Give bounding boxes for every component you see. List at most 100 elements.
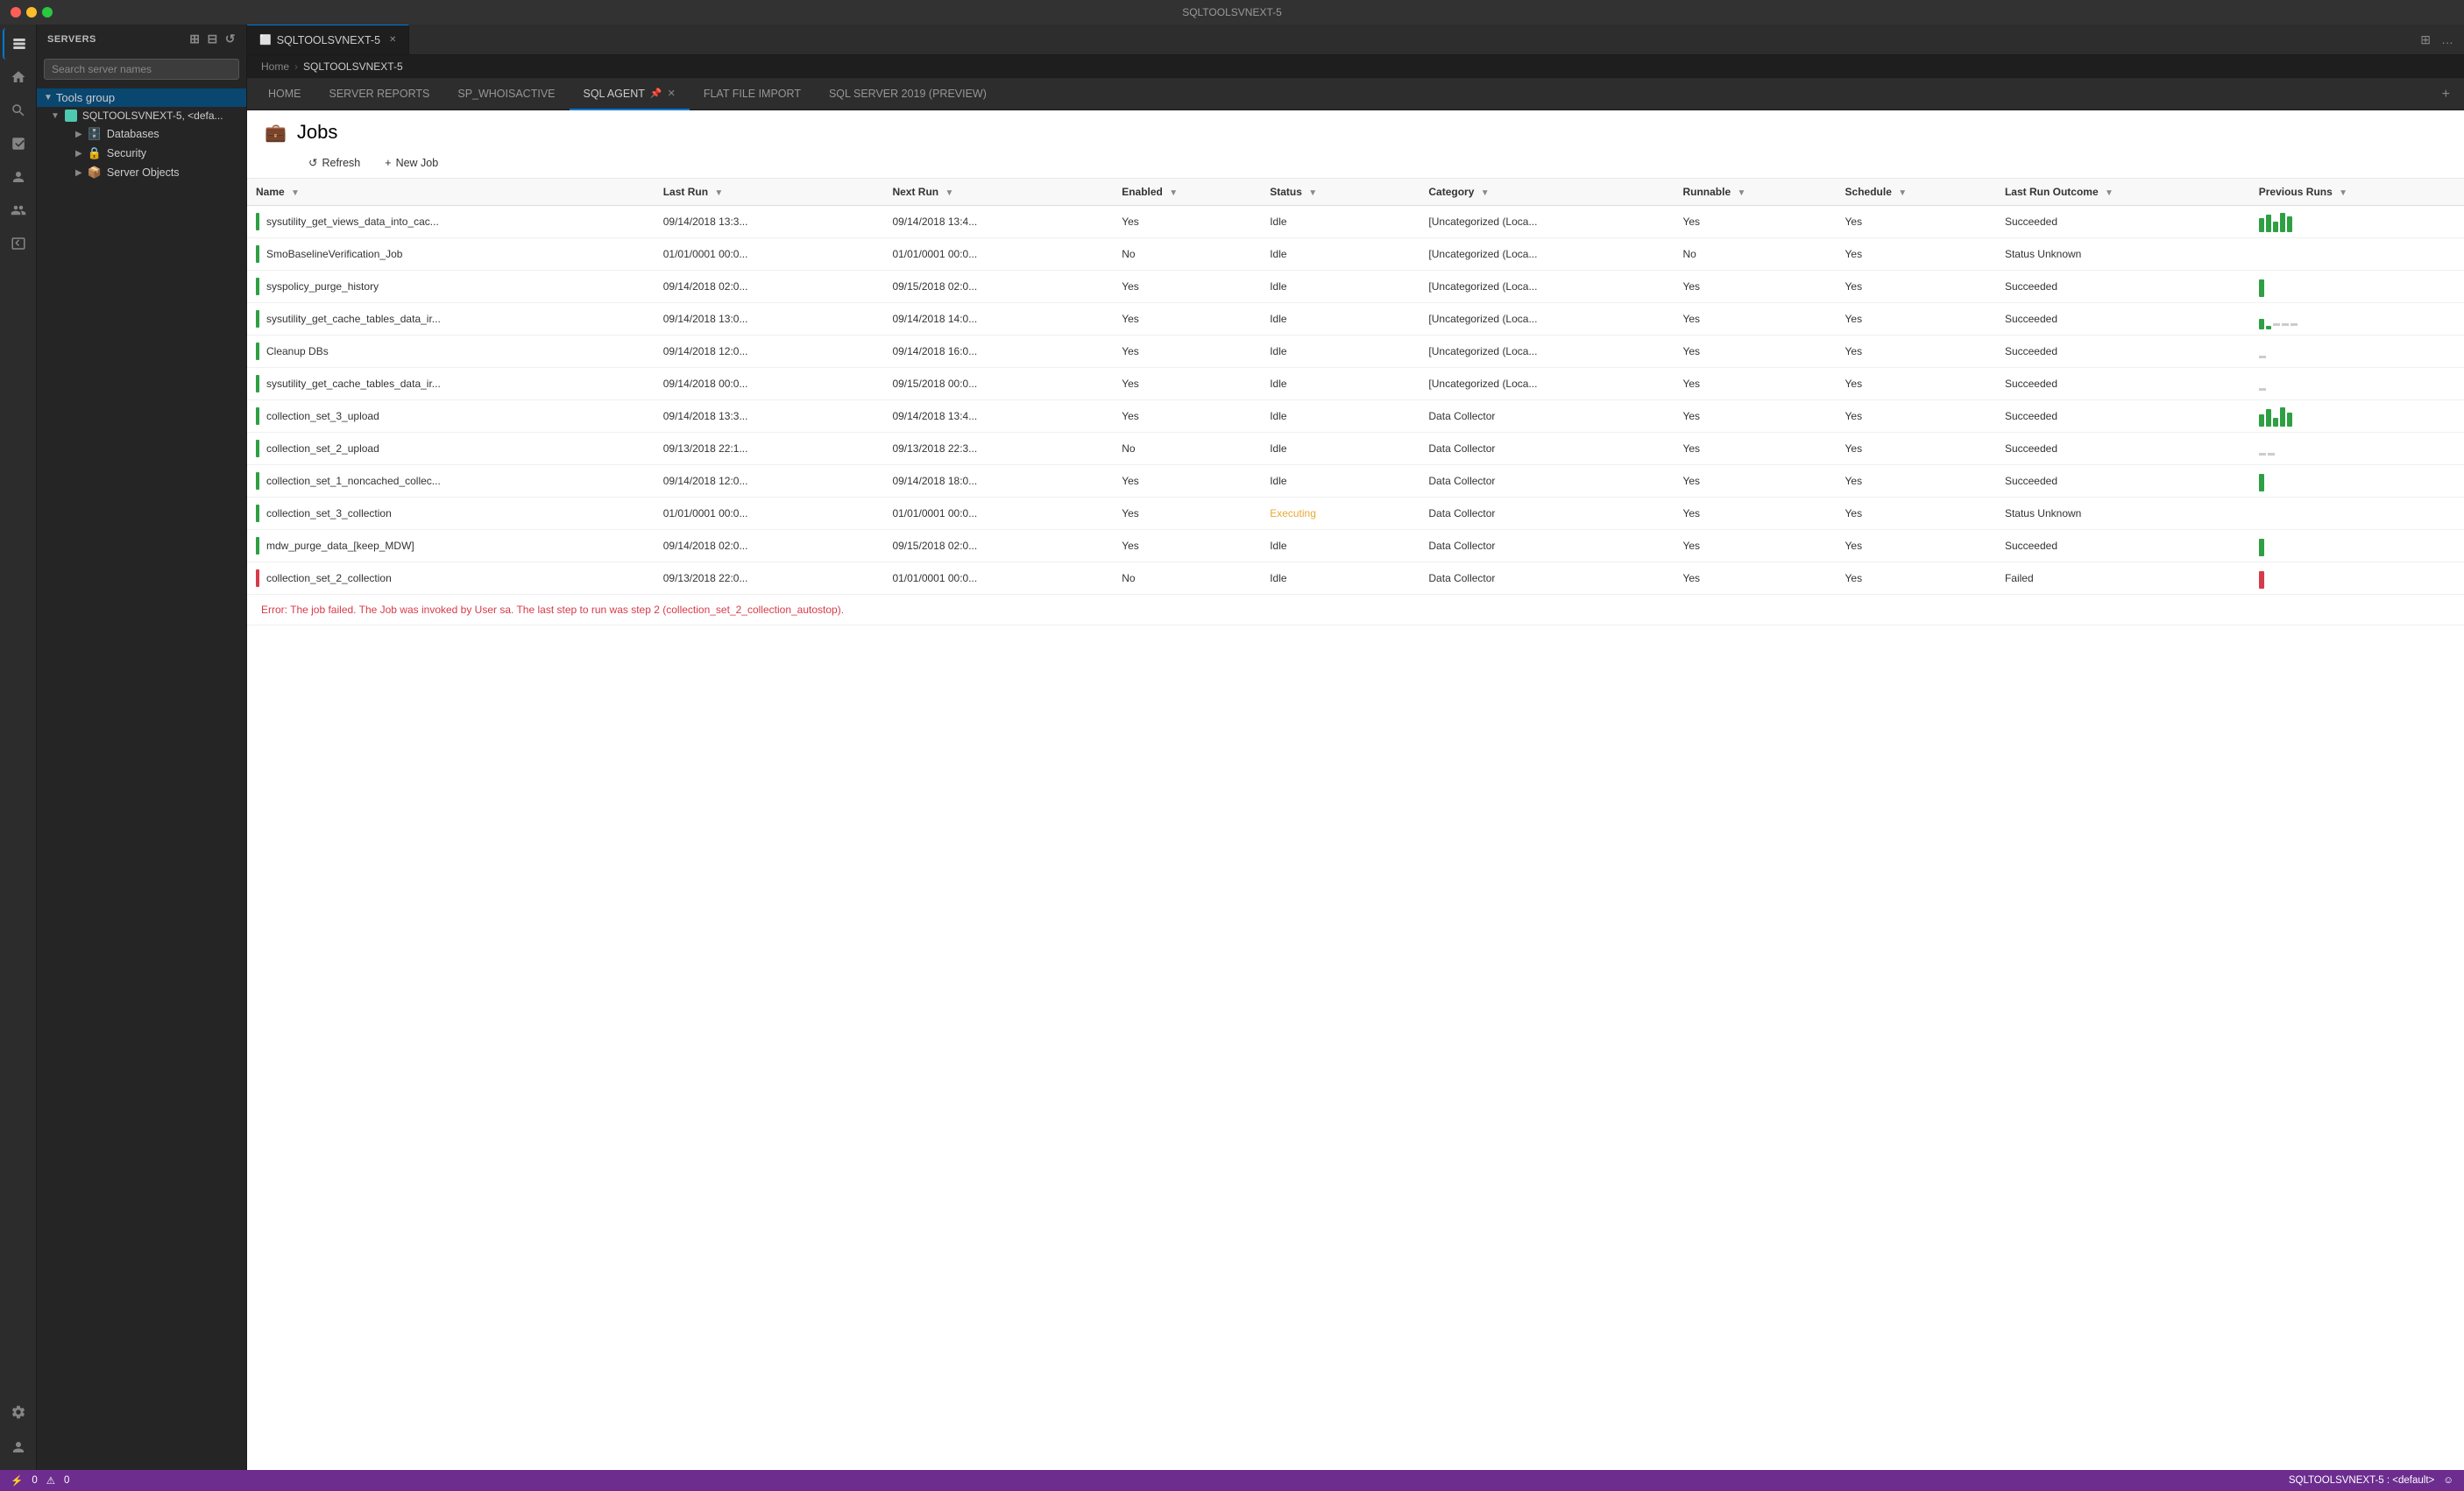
- cell-enabled: Yes: [1113, 336, 1261, 368]
- table-row[interactable]: sysutility_get_cache_tables_data_ir... 0…: [247, 303, 2464, 336]
- sidebar-new-connection-icon[interactable]: ⊞: [189, 32, 200, 46]
- activity-terminal-icon[interactable]: [3, 228, 34, 259]
- databases-arrow-icon: ▶: [75, 130, 82, 139]
- nav-tab-sp-whoisactive[interactable]: SP_WHOISACTIVE: [443, 79, 569, 110]
- cell-lastoutcome: Succeeded: [1996, 433, 2250, 465]
- nav-tab-sql-agent-pin-icon[interactable]: 📌: [650, 88, 662, 99]
- new-job-button[interactable]: + New Job: [376, 153, 447, 173]
- breadcrumb-home[interactable]: Home: [261, 60, 289, 73]
- sort-name-icon: ▼: [291, 188, 300, 198]
- run-bar: [2287, 413, 2292, 427]
- run-bar: [2259, 474, 2264, 491]
- col-header-name[interactable]: Name ▼: [247, 179, 655, 206]
- activity-servers-icon[interactable]: [3, 28, 34, 60]
- sidebar-item-server[interactable]: ▼ SQLTOOLSVNEXT-5, <defa...: [37, 107, 246, 124]
- tab-sqltoolsvnext5[interactable]: ⬜ SQLTOOLSVNEXT-5 ✕: [247, 25, 409, 55]
- table-row[interactable]: syspolicy_purge_history 09/14/2018 02:0.…: [247, 271, 2464, 303]
- statusbar-left: ⚡ 0 ⚠ 0: [11, 1474, 69, 1487]
- nav-tab-sql-agent[interactable]: SQL AGENT 📌 ✕: [570, 79, 690, 110]
- nav-tab-home[interactable]: HOME: [254, 79, 315, 110]
- nav-tab-sql-agent-close-icon[interactable]: ✕: [668, 88, 676, 99]
- status-indicator: [256, 472, 259, 490]
- activity-search-icon[interactable]: [3, 95, 34, 126]
- close-button[interactable]: [11, 7, 21, 18]
- table-row[interactable]: collection_set_2_collection 09/13/2018 2…: [247, 562, 2464, 595]
- databases-label: Databases: [107, 128, 159, 140]
- cell-lastrun: 01/01/0001 00:0...: [655, 238, 884, 271]
- activity-users-icon[interactable]: [3, 161, 34, 193]
- run-bar: [2259, 279, 2264, 297]
- cell-name: SmoBaselineVerification_Job: [247, 238, 655, 271]
- col-header-lastoutcome[interactable]: Last Run Outcome ▼: [1996, 179, 2250, 206]
- search-input[interactable]: [44, 59, 239, 80]
- minimize-button[interactable]: [26, 7, 37, 18]
- sidebar-item-databases[interactable]: ▶ 🗄️ Databases: [37, 124, 246, 144]
- sidebar-item-server-objects[interactable]: ▶ 📦 Server Objects: [37, 163, 246, 182]
- col-header-prevruns[interactable]: Previous Runs ▼: [2250, 179, 2464, 206]
- cell-nextrun: 09/13/2018 22:3...: [883, 433, 1113, 465]
- cell-schedule: Yes: [1837, 271, 1996, 303]
- breadcrumb-current: SQLTOOLSVNEXT-5: [303, 60, 403, 73]
- sidebar-group-tools[interactable]: ▼ Tools group: [37, 88, 246, 107]
- group-label: Tools group: [56, 91, 115, 104]
- table-row[interactable]: Cleanup DBs 09/14/2018 12:0... 09/14/201…: [247, 336, 2464, 368]
- col-header-category[interactable]: Category ▼: [1420, 179, 1674, 206]
- cell-nextrun: 01/01/0001 00:0...: [883, 562, 1113, 595]
- activity-user-icon[interactable]: [3, 1431, 34, 1463]
- table-row[interactable]: collection_set_1_noncached_collec... 09/…: [247, 465, 2464, 498]
- cell-prevruns: [2250, 400, 2464, 433]
- cell-category: Data Collector: [1420, 530, 1674, 562]
- cell-nextrun: 01/01/0001 00:0...: [883, 238, 1113, 271]
- cell-name: sysutility_get_cache_tables_data_ir...: [247, 303, 655, 336]
- table-row[interactable]: sysutility_get_views_data_into_cac... 09…: [247, 206, 2464, 238]
- cell-prevruns: [2250, 336, 2464, 368]
- new-job-icon: +: [385, 157, 391, 169]
- cell-lastoutcome: Succeeded: [1996, 271, 2250, 303]
- table-row[interactable]: collection_set_2_upload 09/13/2018 22:1.…: [247, 433, 2464, 465]
- col-header-schedule[interactable]: Schedule ▼: [1837, 179, 1996, 206]
- table-row[interactable]: mdw_purge_data_[keep_MDW] 09/14/2018 02:…: [247, 530, 2464, 562]
- activity-explorer-icon[interactable]: [3, 128, 34, 159]
- refresh-button[interactable]: ↺ Refresh: [300, 152, 369, 173]
- cell-category: Data Collector: [1420, 465, 1674, 498]
- sidebar-refresh-icon[interactable]: ↺: [225, 32, 236, 46]
- sidebar-disconnect-icon[interactable]: ⊟: [208, 32, 218, 46]
- activity-settings-icon[interactable]: [3, 1396, 34, 1428]
- tab-close-icon[interactable]: ✕: [389, 35, 396, 45]
- col-header-runnable[interactable]: Runnable ▼: [1674, 179, 1836, 206]
- run-bar: [2259, 414, 2264, 427]
- cell-nextrun: 09/14/2018 16:0...: [883, 336, 1113, 368]
- tab-layout-icon[interactable]: ⊞: [2417, 31, 2434, 49]
- status-indicator: [256, 278, 259, 295]
- cell-schedule: Yes: [1837, 400, 1996, 433]
- col-header-lastrun[interactable]: Last Run ▼: [655, 179, 884, 206]
- nav-tab-server-reports[interactable]: SERVER REPORTS: [315, 79, 444, 110]
- security-icon: 🔒: [88, 146, 102, 160]
- titlebar: SQLTOOLSVNEXT-5: [0, 0, 2464, 25]
- col-header-enabled[interactable]: Enabled ▼: [1113, 179, 1261, 206]
- col-header-status[interactable]: Status ▼: [1261, 179, 1420, 206]
- nav-tab-flat-file[interactable]: FLAT FILE IMPORT: [690, 79, 815, 110]
- sidebar-item-security[interactable]: ▶ 🔒 Security: [37, 144, 246, 163]
- run-bar: [2266, 215, 2271, 232]
- cell-schedule: Yes: [1837, 465, 1996, 498]
- server-objects-icon: 📦: [88, 166, 102, 180]
- cell-nextrun: 09/14/2018 18:0...: [883, 465, 1113, 498]
- table-row[interactable]: collection_set_3_upload 09/14/2018 13:3.…: [247, 400, 2464, 433]
- cell-status: Idle: [1261, 238, 1420, 271]
- col-header-nextrun[interactable]: Next Run ▼: [883, 179, 1113, 206]
- maximize-button[interactable]: [42, 7, 53, 18]
- activity-group-icon[interactable]: [3, 194, 34, 226]
- nav-tab-add-icon[interactable]: +: [2435, 83, 2457, 106]
- nav-tab-sql-server-2019[interactable]: SQL SERVER 2019 (PREVIEW): [815, 79, 1001, 110]
- jobs-toolbar-icon: 💼: [265, 122, 287, 144]
- activity-home-icon[interactable]: [3, 61, 34, 93]
- table-row[interactable]: sysutility_get_cache_tables_data_ir... 0…: [247, 368, 2464, 400]
- table-row[interactable]: collection_set_3_collection 01/01/0001 0…: [247, 498, 2464, 530]
- cell-nextrun: 09/14/2018 14:0...: [883, 303, 1113, 336]
- cell-name: sysutility_get_views_data_into_cac...: [247, 206, 655, 238]
- cell-runnable: No: [1674, 238, 1836, 271]
- table-row[interactable]: SmoBaselineVerification_Job 01/01/0001 0…: [247, 238, 2464, 271]
- tab-more-icon[interactable]: …: [2438, 31, 2457, 48]
- cell-enabled: Yes: [1113, 206, 1261, 238]
